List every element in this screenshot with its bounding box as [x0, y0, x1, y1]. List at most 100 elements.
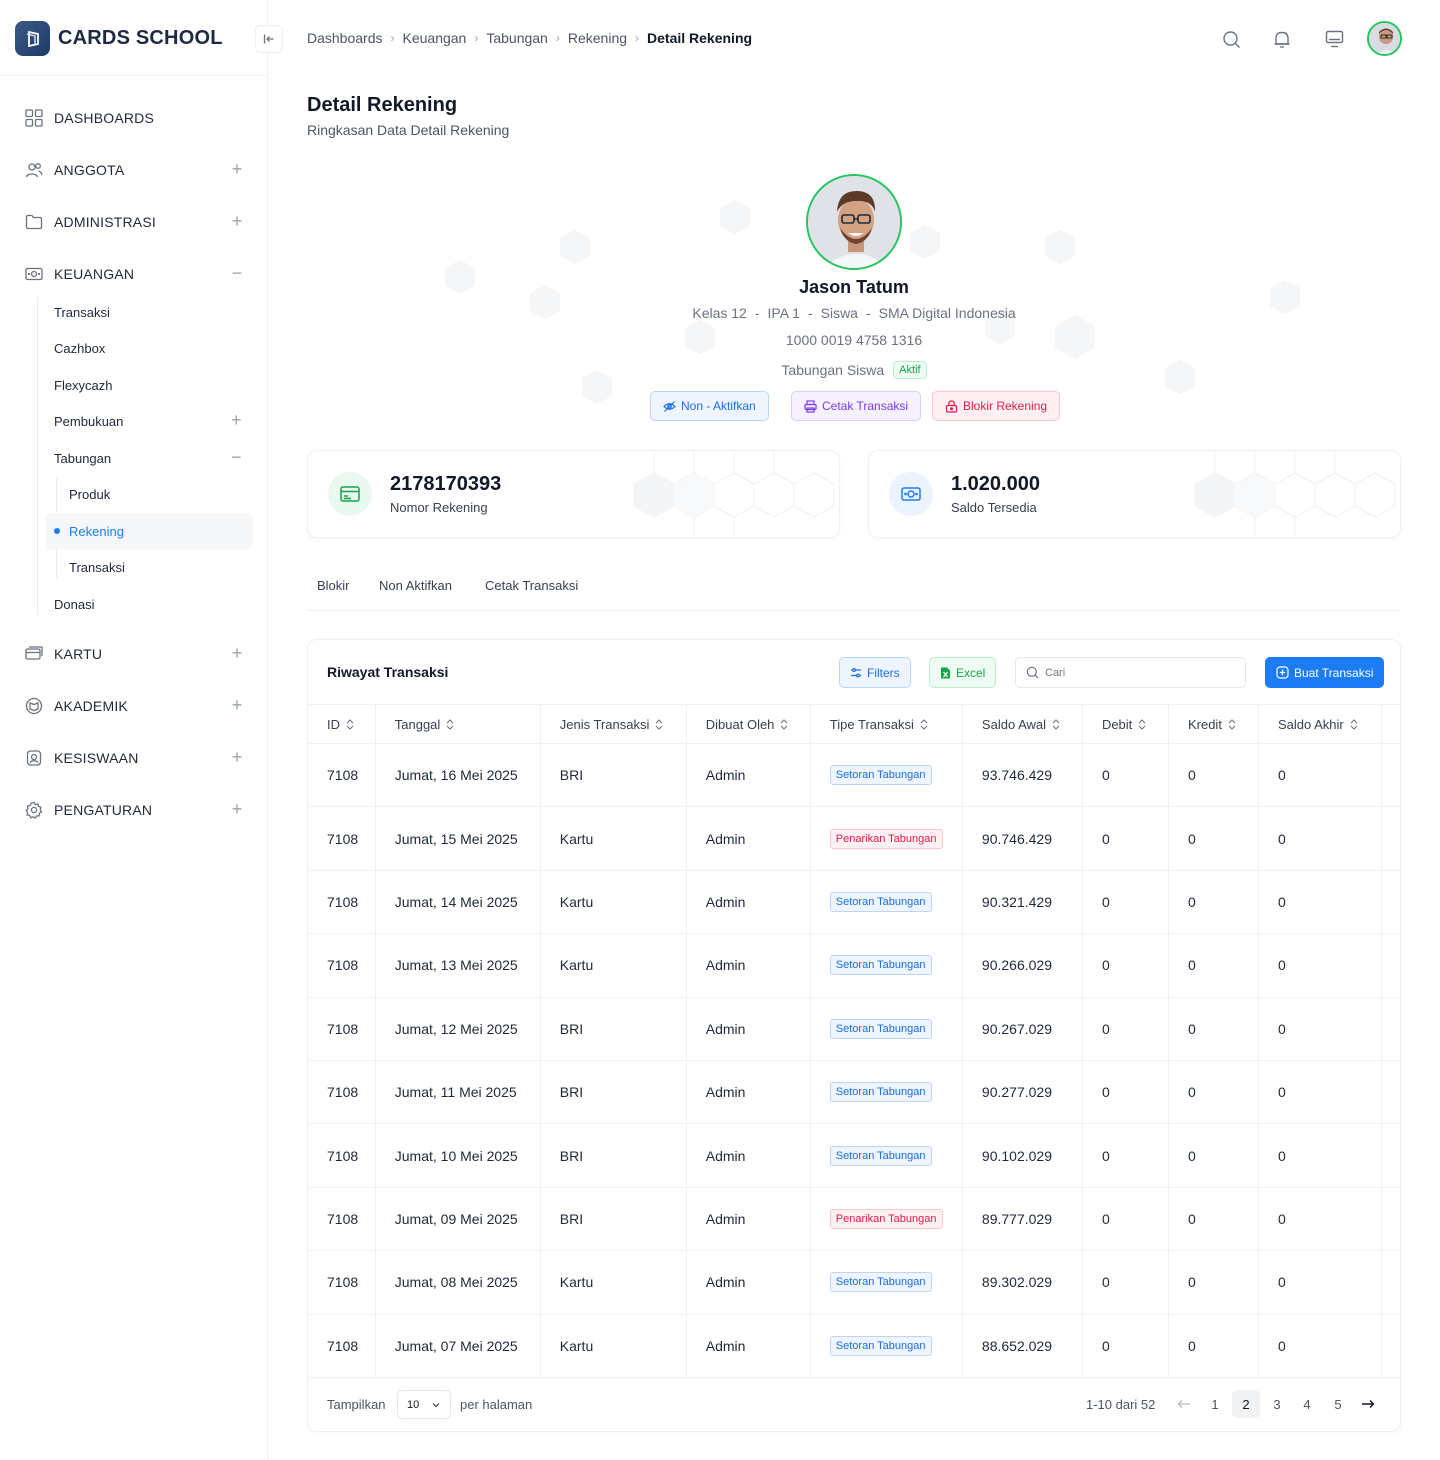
- monitor-icon[interactable]: [1323, 28, 1345, 50]
- cell-value: 0: [1277, 1147, 1286, 1164]
- expand-icon[interactable]: +: [231, 410, 242, 431]
- column-header[interactable]: Dibuat Oleh: [686, 704, 811, 744]
- expand-icon[interactable]: +: [230, 748, 244, 766]
- tab-blokir[interactable]: Blokir: [317, 578, 350, 593]
- submenu-tabungan[interactable]: Tabungan: [54, 451, 111, 466]
- column-header[interactable]: Saldo Awal: [962, 704, 1083, 744]
- column-header[interactable]: Jenis Transaksi: [540, 704, 687, 744]
- account-number-label: Nomor Rekening: [390, 500, 488, 515]
- table-row[interactable]: 7108 Jumat, 16 Mei 2025 BRI Admin Setoran Ta…: [308, 743, 1400, 808]
- cell-value: Jumat, 08 Mei 2025: [394, 1274, 518, 1291]
- column-header[interactable]: Tanggal: [375, 704, 541, 744]
- create-transaction-button[interactable]: Buat Transaksi: [1265, 657, 1385, 688]
- sort-icon[interactable]: [346, 719, 354, 731]
- tab-cetak-transaksi[interactable]: Cetak Transaksi: [485, 578, 578, 593]
- column-header[interactable]: Tipe Transaksi: [810, 704, 963, 744]
- excel-button[interactable]: Excel: [929, 657, 997, 688]
- page-button[interactable]: 2: [1232, 1390, 1260, 1418]
- collapse-icon[interactable]: −: [231, 447, 242, 468]
- table-row[interactable]: 7108 Jumat, 07 Mei 2025 Kartu Admin Setoran …: [308, 1314, 1400, 1378]
- block-account-button[interactable]: Blokir Rekening: [932, 391, 1061, 421]
- sidebar-item-keuangan[interactable]: KEUANGAN −: [24, 259, 244, 289]
- page-button[interactable]: 3: [1263, 1390, 1291, 1418]
- separator: -: [865, 305, 871, 321]
- cell-value: 7108: [327, 1147, 359, 1164]
- sort-icon[interactable]: [446, 719, 454, 731]
- cell-value: Admin: [705, 1084, 746, 1101]
- per-page-select[interactable]: 10: [397, 1390, 451, 1419]
- sort-icon[interactable]: [1052, 719, 1060, 731]
- next-page-button[interactable]: [1354, 1390, 1382, 1418]
- page-title: Detail Rekening: [307, 94, 458, 116]
- table-cell: 7108: [308, 1187, 376, 1252]
- page-button[interactable]: 5: [1324, 1390, 1352, 1418]
- cell-value: 7108: [327, 1020, 359, 1037]
- sort-icon[interactable]: [1350, 719, 1358, 731]
- sort-icon[interactable]: [655, 719, 663, 731]
- table-cell: Admin: [686, 743, 811, 808]
- cell-value: Jumat, 14 Mei 2025: [394, 893, 518, 910]
- sidebar-item-pengaturan[interactable]: PENGATURAN +: [24, 795, 244, 825]
- search-input[interactable]: [1045, 666, 1225, 679]
- sidebar-item-dashboards[interactable]: DASHBOARDS: [24, 103, 244, 133]
- column-header[interactable]: ID: [308, 704, 376, 744]
- expand-icon[interactable]: +: [230, 212, 244, 230]
- table-cell: 7108: [308, 1060, 376, 1125]
- table-row[interactable]: 7108 Jumat, 11 Mei 2025 BRI Admin Setoran Ta…: [308, 1060, 1400, 1125]
- sidebar-item-akademik[interactable]: AKADEMIK +: [24, 691, 244, 721]
- sidebar-item-anggota[interactable]: ANGGOTA +: [24, 155, 244, 185]
- sidebar-collapse-button[interactable]: [255, 25, 283, 53]
- table-row[interactable]: 7108 Jumat, 10 Mei 2025 BRI Admin Setoran Ta…: [308, 1123, 1400, 1188]
- sort-icon[interactable]: [780, 719, 788, 731]
- tab-non-aktifkan[interactable]: Non Aktifkan: [379, 578, 452, 593]
- table-row[interactable]: 7108 Jumat, 09 Mei 2025 BRI Admin Penarikan …: [308, 1187, 1400, 1252]
- table-row[interactable]: 7108 Jumat, 08 Mei 2025 Kartu Admin Setoran …: [308, 1250, 1400, 1315]
- expand-icon[interactable]: +: [230, 644, 244, 662]
- submenu-rekening[interactable]: Rekening: [69, 524, 124, 539]
- breadcrumb-item[interactable]: Dashboards: [307, 30, 383, 46]
- brand[interactable]: CARDS SCHOOL: [15, 21, 223, 56]
- page-subtitle: Ringkasan Data Detail Rekening: [307, 122, 510, 138]
- expand-icon[interactable]: +: [230, 800, 244, 818]
- deactivate-button[interactable]: Non - Aktifkan: [650, 391, 769, 421]
- sort-icon[interactable]: [920, 719, 928, 731]
- collapse-icon[interactable]: −: [230, 264, 244, 282]
- breadcrumb-item[interactable]: Keuangan: [403, 30, 467, 46]
- breadcrumb-item[interactable]: Tabungan: [486, 30, 548, 46]
- column-header[interactable]: Saldo Akhir: [1258, 704, 1383, 744]
- sidebar-item-kesiswaan[interactable]: KESISWAAN +: [24, 743, 244, 773]
- sidebar-item-kartu[interactable]: KARTU +: [24, 639, 244, 669]
- submenu-tabungan-transaksi[interactable]: Transaksi: [69, 560, 125, 575]
- page-button[interactable]: 1: [1201, 1390, 1229, 1418]
- cell-value: Jumat, 10 Mei 2025: [394, 1147, 518, 1164]
- filters-button[interactable]: Filters: [839, 657, 911, 688]
- page-button[interactable]: 4: [1293, 1390, 1321, 1418]
- sort-icon[interactable]: [1228, 719, 1236, 731]
- avatar[interactable]: [1367, 21, 1402, 56]
- expand-icon[interactable]: +: [230, 696, 244, 714]
- table-cell: Admin: [686, 806, 811, 871]
- column-header[interactable]: Kredit: [1168, 704, 1259, 744]
- sort-icon[interactable]: [1138, 719, 1146, 731]
- column-header[interactable]: Debit: [1082, 704, 1169, 744]
- expand-icon[interactable]: +: [230, 160, 244, 178]
- submenu-pembukuan[interactable]: Pembukuan: [54, 414, 123, 429]
- submenu-donasi[interactable]: Donasi: [54, 597, 94, 612]
- table-row[interactable]: 7108 Jumat, 15 Mei 2025 Kartu Admin Penarika…: [308, 806, 1400, 871]
- search-field[interactable]: [1015, 657, 1246, 688]
- table-row[interactable]: 7108 Jumat, 13 Mei 2025 Kartu Admin Setoran …: [308, 933, 1400, 998]
- table-row[interactable]: 7108 Jumat, 12 Mei 2025 BRI Admin Setoran Ta…: [308, 997, 1400, 1061]
- submenu-flexycazh[interactable]: Flexycazh: [54, 378, 113, 393]
- submenu-cazhbox[interactable]: Cazhbox: [54, 341, 105, 356]
- search-icon[interactable]: [1220, 28, 1242, 50]
- table-row[interactable]: 7108 Jumat, 14 Mei 2025 Kartu Admin Setoran …: [308, 870, 1400, 935]
- bell-icon[interactable]: [1271, 28, 1293, 50]
- submenu-transaksi[interactable]: Transaksi: [54, 305, 110, 320]
- breadcrumb-item[interactable]: Rekening: [568, 30, 627, 46]
- print-transactions-button[interactable]: Cetak Transaksi: [791, 391, 922, 421]
- cell-value: 90.267.029: [981, 1020, 1052, 1037]
- sidebar-item-administrasi[interactable]: ADMINISTRASI +: [24, 207, 244, 237]
- prev-page-button[interactable]: [1170, 1390, 1198, 1418]
- cell-value: Kartu: [559, 957, 594, 974]
- submenu-produk[interactable]: Produk: [69, 487, 110, 502]
